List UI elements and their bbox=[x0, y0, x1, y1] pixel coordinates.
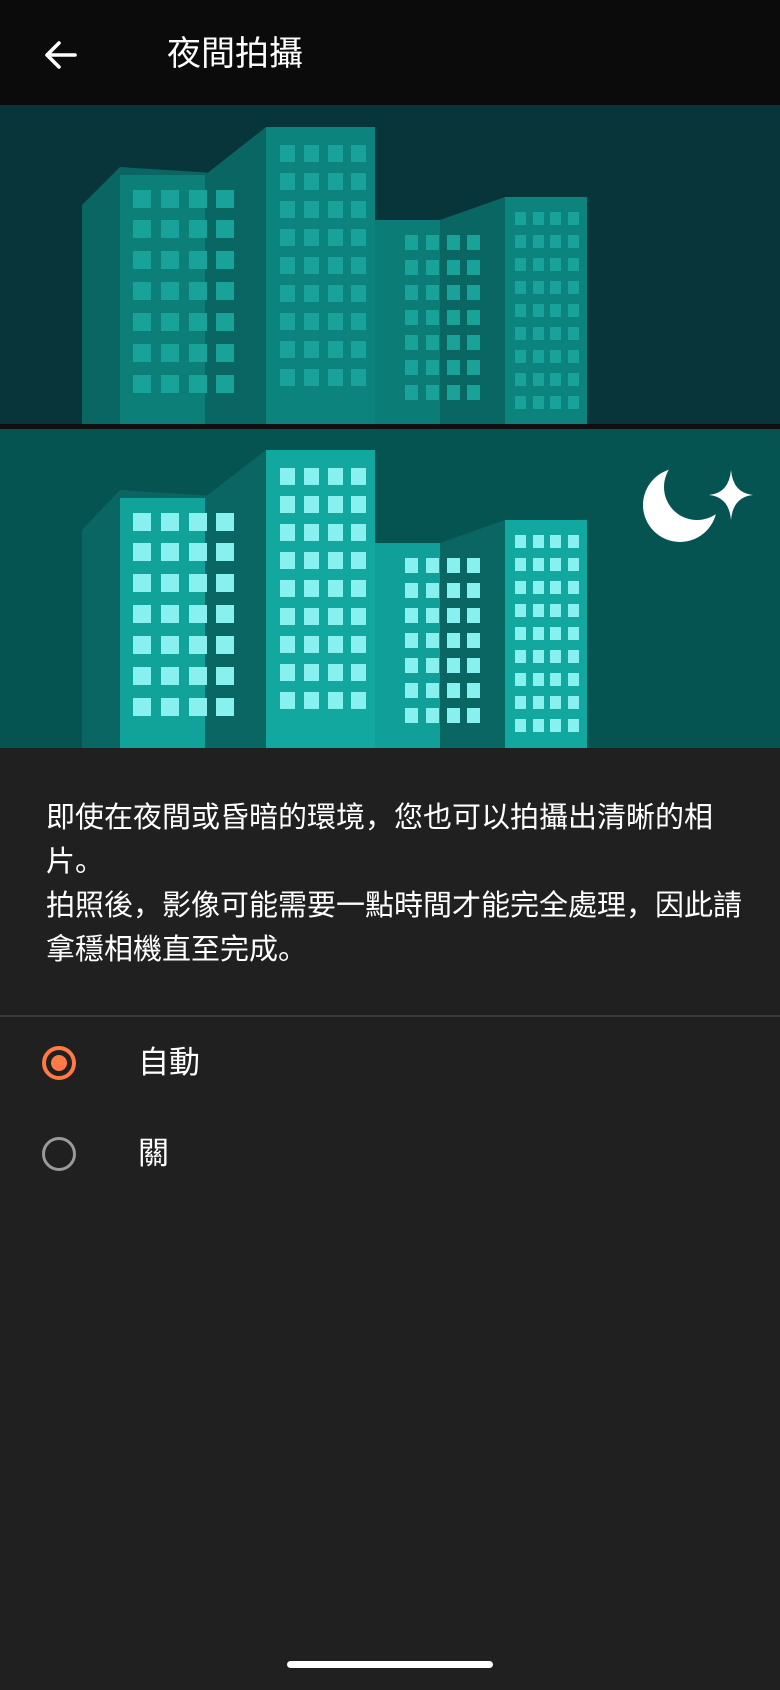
description-paragraph-1: 即使在夜間或昏暗的環境，您也可以拍攝出清晰的相片。 bbox=[46, 800, 714, 878]
buildings-day-icon bbox=[0, 105, 780, 425]
option-off[interactable]: 關 bbox=[0, 1110, 780, 1200]
option-label: 自動 bbox=[138, 1045, 200, 1081]
description-text: 即使在夜間或昏暗的環境，您也可以拍攝出清晰的相片。 拍照後，影像可能需要一點時間… bbox=[46, 795, 746, 971]
top-app-bar: 夜間拍攝 bbox=[0, 0, 780, 105]
arrow-back-icon bbox=[45, 41, 77, 69]
option-auto[interactable]: 自動 bbox=[0, 1019, 780, 1109]
page-title: 夜間拍攝 bbox=[167, 34, 303, 74]
option-label: 關 bbox=[138, 1136, 169, 1172]
night-mode-illustration bbox=[0, 105, 780, 748]
back-button[interactable] bbox=[36, 30, 86, 80]
radio-unselected-icon[interactable] bbox=[42, 1137, 76, 1171]
divider bbox=[0, 1015, 780, 1017]
radio-selected-icon[interactable] bbox=[42, 1046, 76, 1080]
home-indicator[interactable] bbox=[287, 1661, 493, 1668]
description-paragraph-2: 拍照後，影像可能需要一點時間才能完全處理，因此請拿穩相機直至完成。 bbox=[46, 888, 743, 966]
